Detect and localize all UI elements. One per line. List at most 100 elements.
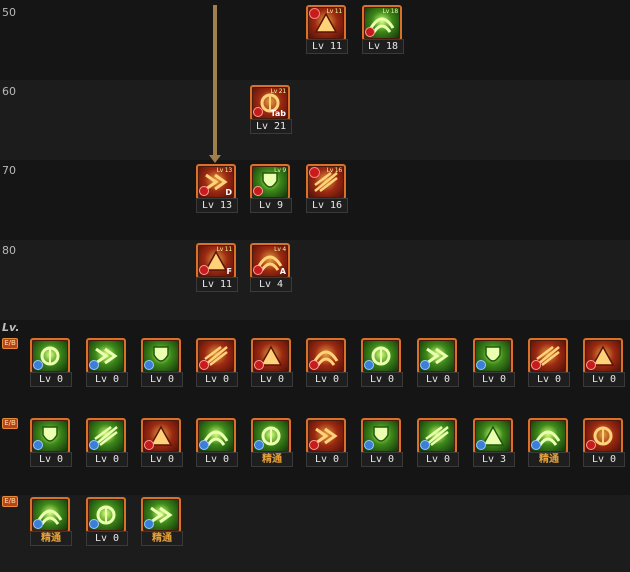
row-label-70: 70 [2,164,16,177]
skill-slot[interactable]: 精通 [251,418,293,467]
skill-slot[interactable]: Lv 0 [141,418,183,467]
skill-slot[interactable]: Lv 0 [196,338,238,387]
skill-slot[interactable]: 精通 [30,497,72,546]
skill-slot[interactable]: Lv 0 [473,338,515,387]
skill-icon[interactable] [306,338,346,374]
skill-slot[interactable]: Lv 0 [583,338,625,387]
skill-icon[interactable] [306,418,346,454]
tree-skill-slot[interactable]: Lv 11 F Lv 11 [196,243,238,292]
skill-icon[interactable] [86,497,126,533]
skill-icon[interactable] [583,338,623,374]
tree-skill-slot[interactable]: Lv 11 Lv 11 [306,5,348,54]
skill-icon-level-overlay: Lv 18 [382,8,399,15]
warning-icon [586,440,596,450]
skill-slot[interactable]: Lv 0 [583,418,625,467]
skill-slot[interactable]: Lv 0 [141,338,183,387]
skill-icon[interactable] [141,338,181,374]
skill-icon[interactable] [361,338,401,374]
skill-icon[interactable]: Lv 21 Tab [250,85,290,121]
skill-slot[interactable]: Lv 0 [251,338,293,387]
skill-icon[interactable] [196,338,236,374]
skill-slot[interactable]: Lv 0 [361,418,403,467]
skill-icon-level-overlay: Lv 21 [270,88,287,95]
skill-icon[interactable] [86,418,126,454]
tree-skill-slot[interactable]: Lv 13 D Lv 13 [196,164,238,213]
skill-slot[interactable]: Lv 0 [30,338,72,387]
row-label-50: 50 [2,6,16,19]
skill-icon[interactable] [30,418,70,454]
skill-level-label: Lv 0 [417,372,459,387]
skill-slot[interactable]: Lv 0 [196,418,238,467]
skill-icon[interactable]: Lv 11 F [196,243,236,279]
skill-slot[interactable]: Lv 0 [30,418,72,467]
skill-slot[interactable]: Lv 3 [473,418,515,467]
skill-level-label: Lv 0 [30,372,72,387]
prerequisite-arrow-line [213,5,217,157]
skill-icon[interactable] [251,418,291,454]
skill-level-label: Lv 11 [196,277,238,292]
skill-slot[interactable]: Lv 0 [306,338,348,387]
hotkey-label: D [225,188,232,197]
skill-icon[interactable] [417,338,457,374]
skill-slot[interactable]: Lv 0 [528,338,570,387]
tree-skill-slot[interactable]: Lv 18 Lv 18 [362,5,404,54]
skill-icon[interactable] [141,497,181,533]
gear-icon [476,360,486,370]
skill-icon[interactable]: Lv 4 A [250,243,290,279]
skill-icon[interactable] [141,418,181,454]
tree-skill-slot[interactable]: Lv 21 Tab Lv 21 [250,85,292,134]
skill-icon[interactable]: Lv 11 [306,5,346,41]
skill-icon[interactable]: Lv 18 [362,5,402,41]
skill-slot[interactable]: Lv 0 [306,418,348,467]
prerequisite-arrow-head [209,155,221,163]
skill-icon[interactable] [473,338,513,374]
gear-icon [199,440,209,450]
skill-icon[interactable] [583,418,623,454]
tree-skill-slot[interactable]: Lv 16 Lv 16 [306,164,348,213]
skill-icon-level-overlay: Lv 11 [216,246,233,253]
warning-icon [199,186,209,196]
skill-icon[interactable] [30,338,70,374]
warning-icon [309,360,319,370]
skill-icon[interactable] [86,338,126,374]
skill-icon-level-overlay: Lv 13 [216,167,233,174]
gear-icon [420,360,430,370]
skill-level-label: Lv 0 [306,452,348,467]
skill-level-label: Lv 0 [361,372,403,387]
skill-level-label: Lv 0 [141,372,183,387]
skill-icon[interactable] [30,497,70,533]
skill-level-label: Lv 0 [30,452,72,467]
skill-slot[interactable]: Lv 0 [417,418,459,467]
skill-icon[interactable] [361,418,401,454]
row-tag-2: E/B [2,418,18,429]
skill-icon-level-overlay: Lv 16 [326,167,343,174]
skill-slot[interactable]: 精通 [141,497,183,546]
skill-slot[interactable]: Lv 0 [86,497,128,546]
skill-icon[interactable] [528,338,568,374]
skill-icon-level-overlay: Lv 4 [274,246,286,253]
skill-list-header: Lv. [2,321,20,334]
skill-slot[interactable]: Lv 0 [86,418,128,467]
skill-slot[interactable]: Lv 0 [361,338,403,387]
tree-skill-slot[interactable]: Lv 4 A Lv 4 [250,243,292,292]
gear-icon [33,519,43,529]
lock-icon [309,8,320,19]
skill-level-label: 精通 [30,531,72,546]
row-tag-1: E/B [2,338,18,349]
skill-slot[interactable]: Lv 0 [417,338,459,387]
warning-icon [144,440,154,450]
tree-skill-slot[interactable]: Lv 9 Lv 9 [250,164,292,213]
skill-icon[interactable]: Lv 16 [306,164,346,200]
skill-icon[interactable]: Lv 13 D [196,164,236,200]
skill-icon[interactable]: Lv 9 [250,164,290,200]
gear-icon [89,440,99,450]
skill-icon[interactable] [417,418,457,454]
skill-icon[interactable] [473,418,513,454]
skill-icon[interactable] [528,418,568,454]
skill-level-label: Lv 3 [473,452,515,467]
skill-slot[interactable]: Lv 0 [86,338,128,387]
skill-slot[interactable]: 精通 [528,418,570,467]
skill-icon[interactable] [251,338,291,374]
lock-icon [309,167,320,178]
skill-icon[interactable] [196,418,236,454]
